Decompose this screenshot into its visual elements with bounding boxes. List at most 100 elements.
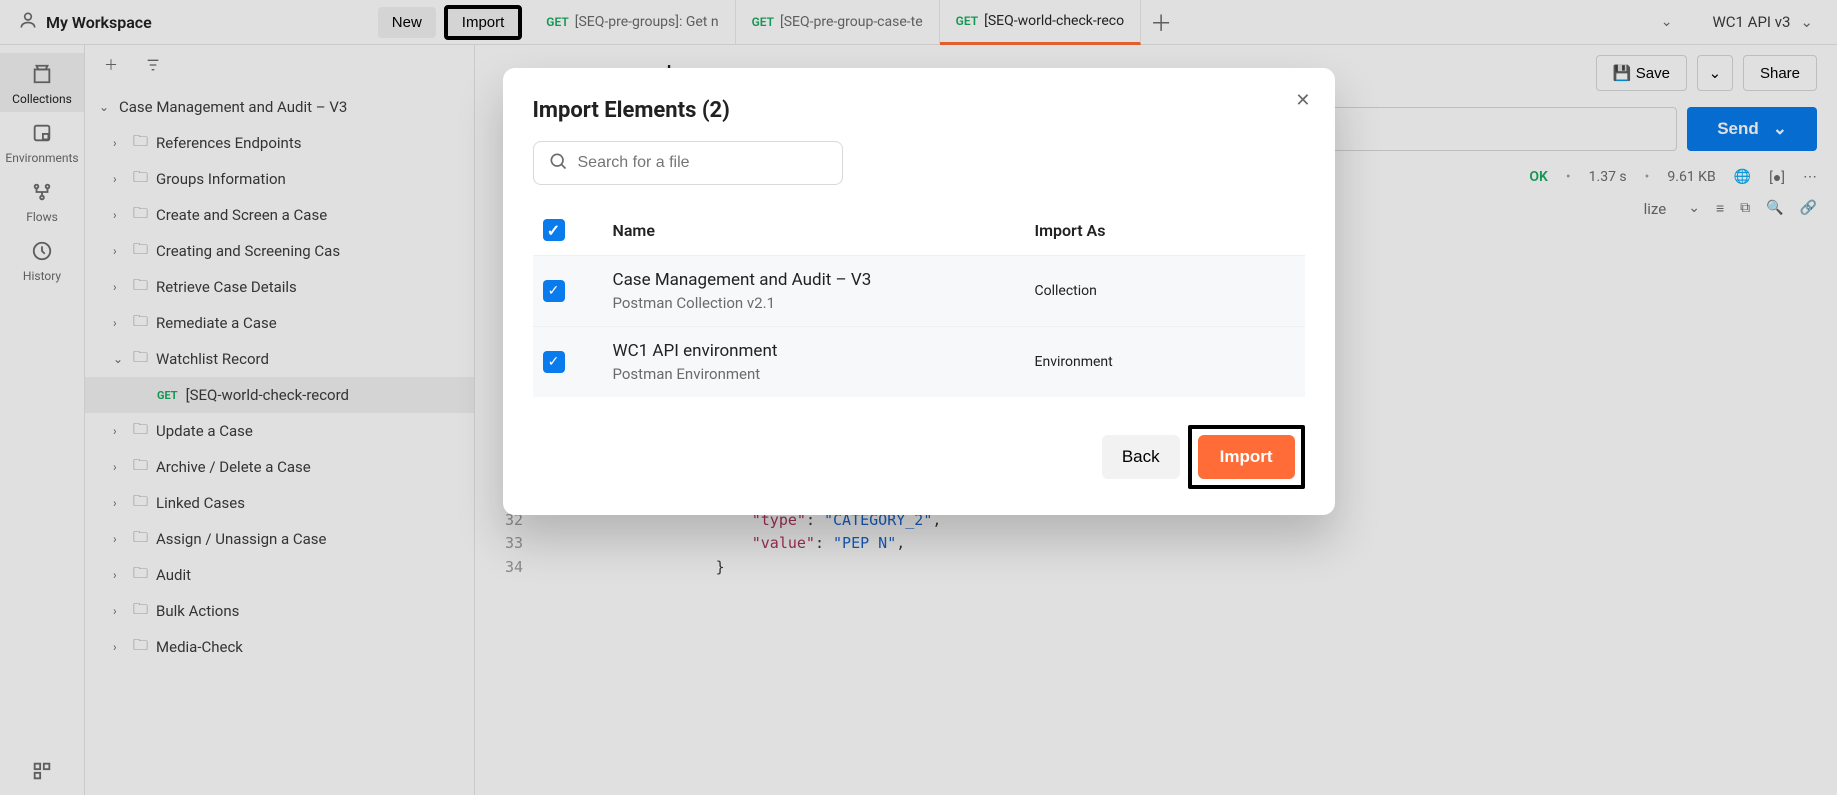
send-button[interactable]: Send ⌄: [1687, 107, 1817, 151]
folder-row[interactable]: ›🗀Archive / Delete a Case: [85, 449, 474, 485]
chevron-right-icon: ›: [113, 208, 125, 222]
chevron-right-icon: ›: [113, 136, 125, 150]
import-element-row[interactable]: ✓ WC1 API environment Postman Environmen…: [533, 326, 1305, 397]
flows-icon: [0, 181, 84, 206]
search-input-container[interactable]: [533, 141, 843, 185]
folder-icon: 🗀: [133, 131, 148, 156]
folder-row[interactable]: ›🗀Media-Check: [85, 629, 474, 665]
folder-row[interactable]: ›🗀Assign / Unassign a Case: [85, 521, 474, 557]
folder-row[interactable]: ›🗀Bulk Actions: [85, 593, 474, 629]
label-suffix: lize: [1644, 200, 1667, 218]
add-tab-button[interactable]: ＋: [1141, 0, 1181, 45]
request-title: [SEQ-world-check-record: [186, 386, 349, 404]
filter-button[interactable]: [137, 49, 169, 81]
folder-icon: 🗀: [133, 239, 148, 264]
search-icon[interactable]: 🔍: [1766, 200, 1783, 218]
search-input[interactable]: [578, 154, 828, 172]
workspace-selector[interactable]: My Workspace: [8, 6, 162, 38]
folder-icon: 🗀: [133, 455, 148, 480]
globe-icon[interactable]: 🌐: [1734, 169, 1751, 186]
folder-icon: 🗀: [133, 311, 148, 336]
import-modal: ✕ Import Elements (2) ✓ Name Import As ✓…: [503, 68, 1335, 515]
chevron-down-icon[interactable]: ⌄: [1688, 200, 1700, 218]
rail-label: Flows: [26, 210, 58, 224]
save-dropdown[interactable]: ⌄: [1697, 55, 1733, 91]
visualize-tab[interactable]: lize: [1644, 200, 1673, 218]
folder-icon: 🗀: [133, 635, 148, 660]
folder-row[interactable]: ›🗀Linked Cases: [85, 485, 474, 521]
folder-name: Remediate a Case: [156, 314, 277, 332]
environment-name: WC1 API v3: [1712, 13, 1790, 31]
folder-name: Assign / Unassign a Case: [156, 530, 326, 548]
close-icon[interactable]: ✕: [1295, 90, 1310, 111]
http-method-label: GET: [752, 15, 774, 29]
folder-row[interactable]: ›🗀Create and Screen a Case: [85, 197, 474, 233]
rail-history[interactable]: History: [0, 230, 84, 289]
chevron-down-icon: ⌄: [1800, 13, 1813, 31]
rail-grid[interactable]: [0, 750, 84, 795]
more-icon[interactable]: ⋯: [1803, 169, 1817, 186]
share-button[interactable]: Share: [1743, 55, 1817, 91]
col-name: Name: [613, 221, 1035, 240]
variable-icon[interactable]: [●]: [1769, 169, 1785, 186]
checkbox[interactable]: ✓: [543, 351, 565, 373]
environment-selector[interactable]: WC1 API v3 ⌄: [1696, 13, 1829, 31]
import-button[interactable]: Import: [444, 5, 523, 40]
tab-1[interactable]: GET [SEQ-pre-group-case-te: [736, 0, 940, 45]
folder-row[interactable]: ›🗀Audit: [85, 557, 474, 593]
folder-name: Audit: [156, 566, 191, 584]
folder-row[interactable]: ›🗀References Endpoints: [85, 125, 474, 161]
chevron-right-icon: ›: [113, 460, 125, 474]
folder-row[interactable]: ›🗀Update a Case: [85, 413, 474, 449]
tab-title: [SEQ-pre-group-case-te: [780, 14, 923, 30]
request-item[interactable]: GET [SEQ-world-check-record: [85, 377, 474, 413]
chevron-right-icon: ›: [113, 172, 125, 186]
tabs-overflow[interactable]: ⌄: [1635, 0, 1689, 45]
folder-row[interactable]: ›🗀Groups Information: [85, 161, 474, 197]
tab-0[interactable]: GET [SEQ-pre-groups]: Get n: [530, 0, 735, 45]
tab-bar: GET [SEQ-pre-groups]: Get n GET [SEQ-pre…: [530, 0, 1688, 45]
tab-title: [SEQ-world-check-reco: [984, 13, 1124, 29]
link-icon[interactable]: 🔗: [1800, 200, 1817, 218]
workspace-name: My Workspace: [46, 13, 152, 32]
chevron-right-icon: ›: [113, 280, 125, 294]
chevron-down-icon: ⌄: [99, 100, 111, 114]
chevron-right-icon: ›: [113, 244, 125, 258]
folder-row[interactable]: ›🗀Remediate a Case: [85, 305, 474, 341]
chevron-down-icon: ⌄: [1773, 119, 1787, 139]
collection-name: Case Management and Audit – V3: [119, 98, 347, 116]
http-method-label: GET: [956, 14, 978, 28]
element-name: Case Management and Audit – V3: [613, 270, 1035, 290]
element-subtype: Postman Environment: [613, 365, 1035, 383]
collection-root[interactable]: ⌄ Case Management and Audit – V3: [85, 89, 474, 125]
back-button[interactable]: Back: [1102, 435, 1180, 479]
http-method-label: GET: [546, 15, 568, 29]
save-button[interactable]: 💾 Save: [1596, 55, 1687, 91]
col-import-as: Import As: [1035, 221, 1295, 240]
chevron-right-icon: ›: [113, 496, 125, 510]
folder-row[interactable]: ›🗀Creating and Screening Cas: [85, 233, 474, 269]
import-confirm-button[interactable]: Import: [1198, 435, 1295, 479]
select-all-checkbox[interactable]: ✓: [543, 219, 565, 241]
sidebar: ＋ ⌄ Case Management and Audit – V3 ›🗀Ref…: [85, 45, 475, 795]
import-element-row[interactable]: ✓ Case Management and Audit – V3 Postman…: [533, 255, 1305, 326]
folder-name: Create and Screen a Case: [156, 206, 327, 224]
rail-flows[interactable]: Flows: [0, 171, 84, 230]
copy-icon[interactable]: ⧉: [1740, 200, 1750, 218]
wrap-icon[interactable]: ≡: [1716, 200, 1724, 218]
new-button[interactable]: New: [378, 7, 436, 38]
folder-watchlist[interactable]: ⌄ 🗀 Watchlist Record: [85, 341, 474, 377]
response-time: 1.37 s: [1566, 169, 1627, 186]
http-method-label: GET: [157, 389, 178, 402]
status-code: OK: [1529, 169, 1548, 186]
rail-environments[interactable]: Environments: [0, 112, 84, 171]
search-icon: [548, 151, 568, 175]
add-button[interactable]: ＋: [95, 49, 127, 81]
rail-collections[interactable]: Collections: [0, 53, 84, 112]
checkbox[interactable]: ✓: [543, 280, 565, 302]
save-icon: 💾: [1613, 65, 1632, 82]
folder-row[interactable]: ›🗀Retrieve Case Details: [85, 269, 474, 305]
tab-2[interactable]: GET [SEQ-world-check-reco: [940, 0, 1141, 45]
folder-name: Media-Check: [156, 638, 243, 656]
folder-icon: 🗀: [133, 563, 148, 588]
